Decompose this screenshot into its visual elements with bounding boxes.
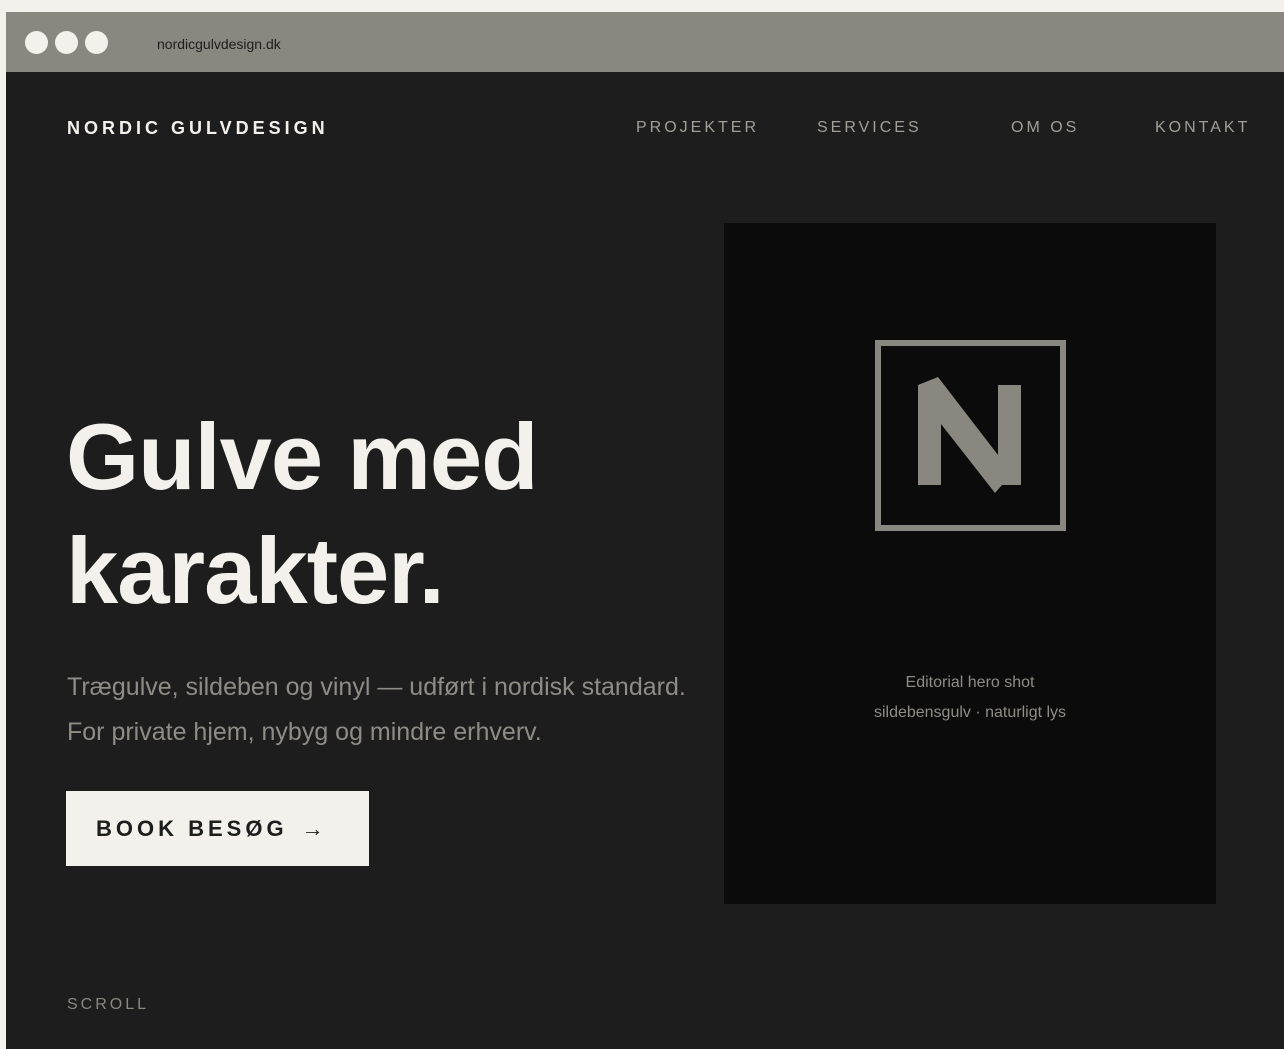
window-close-dot[interactable] xyxy=(25,31,48,54)
nav-item-projekter[interactable]: PROJEKTER xyxy=(636,119,759,137)
hero-headline: Gulve med karakter. xyxy=(66,400,539,628)
nav-item-om-os[interactable]: OM OS xyxy=(1011,119,1079,137)
scroll-indicator[interactable]: SCROLL xyxy=(67,996,149,1014)
hero-image-caption-detail: sildebensgulv · naturligt lys xyxy=(873,704,1067,721)
browser-window: nordicgulvdesign.dk NORDIC GULVDESIGN PR… xyxy=(6,12,1284,1049)
window-maximize-dot[interactable] xyxy=(85,31,108,54)
hero-subtitle-line2: For private hjem, nybyg og mindre erhver… xyxy=(67,718,542,746)
browser-chrome: nordicgulvdesign.dk xyxy=(6,12,1284,72)
hero-subtitle: Trægulve, sildeben og vinyl — udført i n… xyxy=(67,665,686,755)
n-logo-icon xyxy=(875,340,1066,531)
hero-headline-line1: Gulve med xyxy=(66,404,539,509)
hero-image-caption-title: Editorial hero shot xyxy=(905,674,1035,691)
window-minimize-dot[interactable] xyxy=(55,31,78,54)
brand-logo-text[interactable]: NORDIC GULVDESIGN xyxy=(67,118,329,139)
book-visit-button[interactable]: BOOK BESØG → xyxy=(66,791,369,866)
hero-subtitle-line1: Trægulve, sildeben og vinyl — udført i n… xyxy=(67,673,686,701)
hero-image-placeholder: Editorial hero shot sildebensgulv · natu… xyxy=(724,223,1216,904)
hero-headline-line2: karakter. xyxy=(66,518,445,623)
arrow-right-icon: → xyxy=(301,815,324,841)
book-visit-label: BOOK BESØG xyxy=(96,815,288,841)
nav-item-kontakt[interactable]: KONTAKT xyxy=(1155,119,1250,137)
address-bar-url[interactable]: nordicgulvdesign.dk xyxy=(157,36,281,52)
nav-item-services[interactable]: SERVICES xyxy=(817,119,922,137)
